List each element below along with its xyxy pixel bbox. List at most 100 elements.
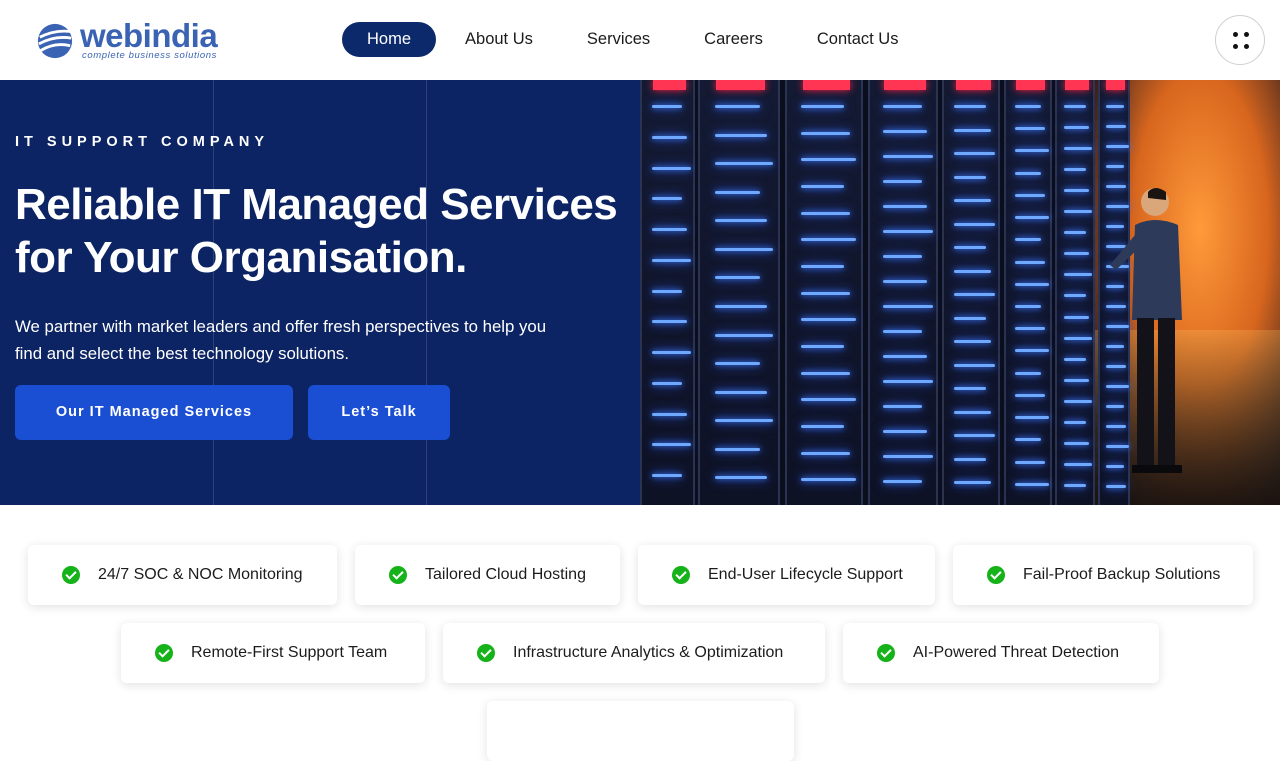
rack-led-strip: [1015, 305, 1041, 308]
rack-led-strip: [1015, 127, 1045, 130]
rack-led-strip: [1064, 273, 1092, 276]
server-rack: [942, 80, 1000, 505]
feature-card: Infrastructure Analytics & Optimization: [443, 623, 825, 683]
brand-logo[interactable]: webindia complete business solutions: [36, 19, 231, 62]
rack-led-strip: [801, 158, 856, 161]
rack-led-strip: [1015, 483, 1049, 486]
rack-led-strip: [801, 478, 856, 481]
rack-status-light: [884, 80, 926, 90]
technician-figure: [1110, 188, 1182, 473]
feature-card: 24/7 SOC & NOC Monitoring: [28, 545, 337, 605]
rack-led-strip: [1106, 485, 1126, 488]
rack-led-strip: [801, 238, 856, 241]
rack-led-strip: [1064, 400, 1092, 403]
feature-label: Fail-Proof Backup Solutions: [1023, 566, 1221, 583]
rack-status-light: [803, 80, 850, 90]
feature-label: End-User Lifecycle Support: [708, 566, 903, 583]
site-header: webindia complete business solutions Hom…: [0, 0, 1280, 80]
hero-image: [640, 80, 1280, 505]
rack-led-strip: [954, 411, 991, 414]
nav-careers[interactable]: Careers: [679, 22, 788, 57]
hero-description: We partner with market leaders and offer…: [15, 317, 547, 363]
rack-led-strip: [801, 292, 850, 295]
it-managed-services-button[interactable]: Our IT Managed Services: [15, 385, 293, 440]
rack-led-strip: [1015, 461, 1045, 464]
rack-led-strip: [1015, 349, 1049, 352]
lets-talk-button[interactable]: Let’s Talk: [308, 385, 450, 440]
rack-status-light: [716, 80, 765, 90]
hero-section: IT SUPPORT COMPANY Reliable IT Managed S…: [0, 80, 1280, 505]
rack-led-strip: [715, 134, 767, 137]
rack-led-strip: [954, 364, 995, 367]
rack-led-strip: [1064, 316, 1089, 319]
check-circle-icon: [155, 644, 173, 662]
rack-led-strip: [801, 372, 850, 375]
rack-led-strip: [715, 248, 773, 251]
rack-led-strip: [883, 430, 927, 433]
feature-card: End-User Lifecycle Support: [638, 545, 935, 605]
nav-home[interactable]: Home: [342, 22, 437, 57]
nav-contact-us[interactable]: Contact Us: [792, 22, 924, 57]
rack-led-strip: [883, 480, 922, 483]
rack-led-strip: [1015, 149, 1049, 152]
rack-status-light: [1065, 80, 1089, 90]
rack-led-strip: [1015, 327, 1045, 330]
brand-tagline: complete business solutions: [82, 50, 218, 61]
rack-led-strip: [1064, 463, 1092, 466]
rack-led-strip: [652, 382, 682, 385]
hero-content: IT SUPPORT COMPANY Reliable IT Managed S…: [0, 80, 640, 505]
feature-label: 24/7 SOC & NOC Monitoring: [98, 566, 303, 583]
rack-led-strip: [652, 320, 687, 323]
check-circle-icon: [877, 644, 895, 662]
rack-led-strip: [715, 448, 760, 451]
rack-led-strip: [1106, 145, 1129, 148]
rack-led-strip: [954, 434, 995, 437]
rack-led-strip: [954, 340, 991, 343]
rack-led-strip: [652, 351, 691, 354]
nav-about-us[interactable]: About Us: [440, 22, 558, 57]
rack-led-strip: [954, 176, 986, 179]
rack-led-strip: [954, 105, 986, 108]
rack-led-strip: [1015, 172, 1041, 175]
rack-led-strip: [883, 230, 933, 233]
feature-label: Infrastructure Analytics & Optimization: [513, 644, 784, 661]
rack-led-strip: [1064, 105, 1086, 108]
rack-led-strip: [1015, 372, 1041, 375]
rack-led-strip: [715, 305, 767, 308]
features-section: 24/7 SOC & NOC Monitoring Tailored Cloud…: [0, 505, 1280, 761]
rack-led-strip: [1015, 216, 1049, 219]
rack-led-strip: [801, 318, 856, 321]
rack-led-strip: [1064, 379, 1089, 382]
rack-led-strip: [883, 255, 922, 258]
rack-led-strip: [1015, 261, 1045, 264]
server-rack: [698, 80, 780, 505]
nav-services[interactable]: Services: [562, 22, 675, 57]
rack-led-strip: [652, 259, 691, 262]
rack-led-strip: [954, 152, 995, 155]
hero-title: Reliable IT Managed Services for Your Or…: [15, 180, 618, 282]
rack-led-strip: [954, 293, 995, 296]
rack-led-strip: [1064, 168, 1086, 171]
check-circle-icon: [62, 566, 80, 584]
rack-led-strip: [954, 481, 991, 484]
rack-led-strip: [652, 228, 687, 231]
rack-led-strip: [652, 290, 682, 293]
hero-kicker: IT SUPPORT COMPANY: [15, 134, 270, 150]
rack-led-strip: [1064, 358, 1086, 361]
rack-led-strip: [1064, 337, 1092, 340]
rack-led-strip: [1015, 438, 1041, 441]
server-rack: [640, 80, 695, 505]
rack-led-strip: [715, 219, 767, 222]
menu-button[interactable]: [1215, 15, 1265, 65]
rack-led-strip: [1015, 416, 1049, 419]
rack-led-strip: [1015, 394, 1045, 397]
rack-led-strip: [1064, 252, 1089, 255]
rack-status-light: [1106, 80, 1125, 90]
rack-led-strip: [1106, 125, 1126, 128]
rack-led-strip: [715, 362, 760, 365]
rack-led-strip: [954, 199, 991, 202]
rack-led-strip: [1015, 194, 1045, 197]
rack-led-strip: [883, 130, 927, 133]
check-circle-icon: [672, 566, 690, 584]
rack-led-strip: [1064, 484, 1086, 487]
